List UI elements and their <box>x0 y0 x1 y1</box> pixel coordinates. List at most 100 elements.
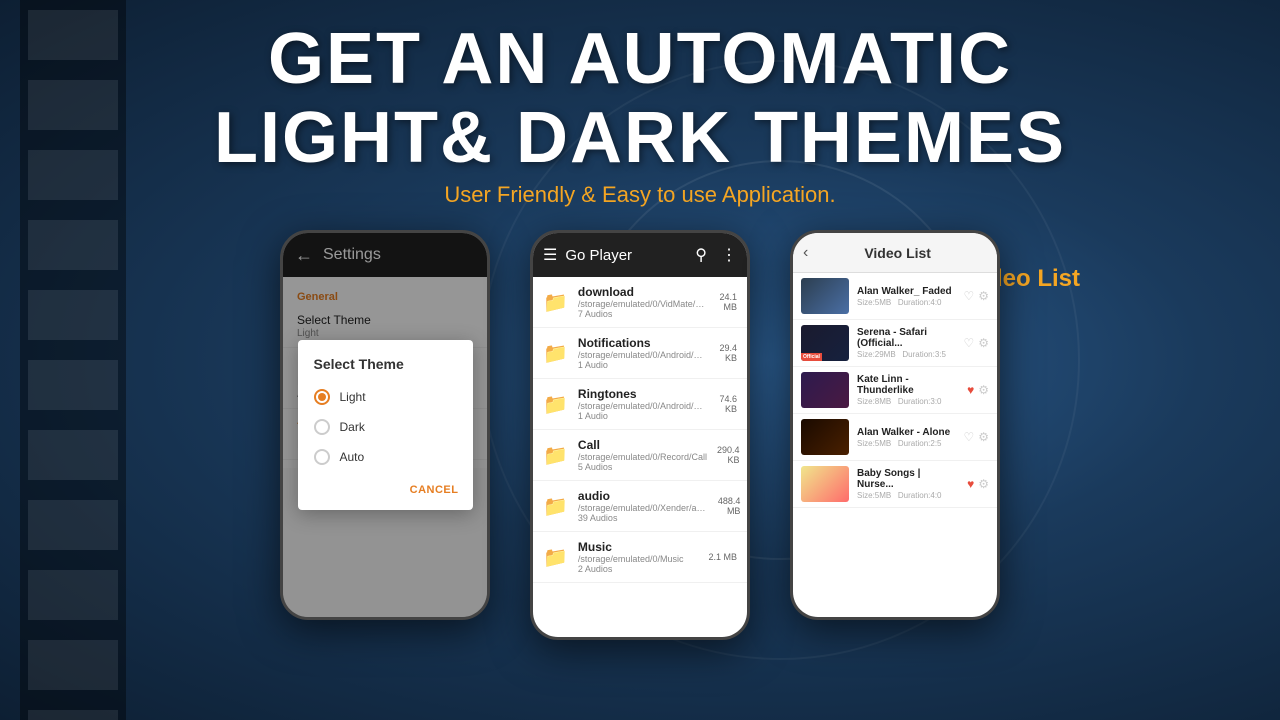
folder-item-call[interactable]: 📁 Call /storage/emulated/0/Record/Call 5… <box>533 430 747 481</box>
folder-item-notifications[interactable]: 📁 Notifications /storage/emulated/0/Andr… <box>533 328 747 379</box>
folder-info: download /storage/emulated/0/VidMate/dow… <box>578 285 708 319</box>
video-meta: Size:5MB Duration:2:5 <box>857 439 955 448</box>
folder-path: /storage/emulated/0/Android/media/com.go… <box>578 401 708 411</box>
settings-screen: ← Settings General Select Theme Light Se… <box>283 233 487 617</box>
video-item-alan1[interactable]: Alan Walker_ Faded Size:5MB Duration:4:0… <box>793 273 997 320</box>
folder-name: Ringtones <box>578 387 708 401</box>
video-meta: Size:5MB Duration:4:0 <box>857 298 955 307</box>
cancel-button[interactable]: CANCEL <box>410 484 459 496</box>
radio-light[interactable] <box>314 389 330 405</box>
folder-path: /storage/emulated/0/Music <box>578 554 699 564</box>
gear-icon[interactable]: ⚙ <box>978 336 989 350</box>
video-actions: ♡ ⚙ <box>963 289 989 303</box>
folder-item-audio[interactable]: 📁 audio /storage/emulated/0/Xender/audio… <box>533 481 747 532</box>
folder-info: Music /storage/emulated/0/Music 2 Audios <box>578 540 699 574</box>
search-icon[interactable]: ⚲ <box>695 245 707 265</box>
radio-dark[interactable] <box>314 419 330 435</box>
option-light-label: Light <box>340 390 366 404</box>
video-thumb-katelinn <box>801 372 849 408</box>
header-section: GET AN AUTOMATIC LIGHT& DARK THEMES User… <box>0 20 1280 208</box>
left-phone-wrapper: ← Settings General Select Theme Light Se… <box>280 230 490 640</box>
heart-icon-liked[interactable]: ♥ <box>967 383 974 397</box>
video-actions: ♥ ⚙ <box>967 383 989 397</box>
video-info: Serena - Safari (Official... Size:29MB D… <box>857 327 955 359</box>
header-subtitle: User Friendly & Easy to use Application. <box>0 182 1280 208</box>
folder-item-download[interactable]: 📁 download /storage/emulated/0/VidMate/d… <box>533 277 747 328</box>
video-list-title: Video List <box>808 245 987 261</box>
folder-icon: 📁 <box>543 341 568 366</box>
video-item-serena[interactable]: Official Serena - Safari (Official... Si… <box>793 320 997 367</box>
video-screen: ‹ Video List Alan Walker_ Faded Size:5MB… <box>793 233 997 617</box>
gear-icon[interactable]: ⚙ <box>978 289 989 303</box>
video-thumb-serena: Official <box>801 325 849 361</box>
right-phone-frame: ‹ Video List Alan Walker_ Faded Size:5MB… <box>790 230 1000 620</box>
video-name: Alan Walker - Alone <box>857 427 955 438</box>
gear-icon[interactable]: ⚙ <box>978 383 989 397</box>
radio-auto[interactable] <box>314 449 330 465</box>
option-auto[interactable]: Auto <box>298 442 473 472</box>
video-info: Alan Walker - Alone Size:5MB Duration:2:… <box>857 427 955 448</box>
folder-icon: 📁 <box>543 443 568 468</box>
header-title: GET AN AUTOMATIC LIGHT& DARK THEMES <box>0 20 1280 178</box>
option-dark[interactable]: Dark <box>298 412 473 442</box>
video-info: Baby Songs | Nurse... Size:5MB Duration:… <box>857 468 959 500</box>
folder-item-ringtones[interactable]: 📁 Ringtones /storage/emulated/0/Android/… <box>533 379 747 430</box>
folder-item-music[interactable]: 📁 Music /storage/emulated/0/Music 2 Audi… <box>533 532 747 583</box>
video-name: Kate Linn - Thunderlike <box>857 374 959 396</box>
folder-meta: 39 Audios <box>578 513 708 523</box>
folder-info: Ringtones /storage/emulated/0/Android/me… <box>578 387 708 421</box>
folder-meta: 1 Audio <box>578 411 708 421</box>
folder-meta: 7 Audios <box>578 309 708 319</box>
folder-size: 74.6 KB <box>718 394 737 414</box>
folder-path: /storage/emulated/0/Record/Call <box>578 452 707 462</box>
heart-icon-liked[interactable]: ♥ <box>967 477 974 491</box>
folder-path: /storage/emulated/0/Xender/audio <box>578 503 708 513</box>
video-name: Baby Songs | Nurse... <box>857 468 959 490</box>
video-meta: Size:5MB Duration:4:0 <box>857 491 959 500</box>
video-name: Alan Walker_ Faded <box>857 286 955 297</box>
heart-icon[interactable]: ♡ <box>963 289 974 303</box>
video-thumb-baby <box>801 466 849 502</box>
dialog-overlay: Select Theme Light Dark <box>283 233 487 617</box>
heart-icon[interactable]: ♡ <box>963 430 974 444</box>
dialog-title: Select Theme <box>298 356 473 382</box>
phones-section: ← Settings General Select Theme Light Se… <box>0 230 1280 640</box>
gear-icon[interactable]: ⚙ <box>978 477 989 491</box>
video-item-alan2[interactable]: Alan Walker - Alone Size:5MB Duration:2:… <box>793 414 997 461</box>
dialog-cancel-section: CANCEL <box>298 472 473 502</box>
folder-size: 29.4 KB <box>718 343 737 363</box>
video-thumb-alan2 <box>801 419 849 455</box>
folder-name: download <box>578 285 708 299</box>
hamburger-icon[interactable]: ☰ <box>543 245 557 265</box>
folder-info: audio /storage/emulated/0/Xender/audio 3… <box>578 489 708 523</box>
left-phone-frame: ← Settings General Select Theme Light Se… <box>280 230 490 620</box>
heart-icon[interactable]: ♡ <box>963 336 974 350</box>
folder-size: 2.1 MB <box>708 552 737 562</box>
radio-light-inner <box>318 393 326 401</box>
folder-name: Call <box>578 438 707 452</box>
folder-meta: 5 Audios <box>578 462 707 472</box>
video-meta: Size:8MB Duration:3:0 <box>857 397 959 406</box>
folder-icon: 📁 <box>543 494 568 519</box>
folder-list: 📁 download /storage/emulated/0/VidMate/d… <box>533 277 747 637</box>
more-icon[interactable]: ⋮ <box>721 245 737 265</box>
folder-meta: 2 Audios <box>578 564 699 574</box>
gear-icon[interactable]: ⚙ <box>978 430 989 444</box>
video-actions: ♡ ⚙ <box>963 336 989 350</box>
folder-topbar: ☰ Go Player ⚲ ⋮ <box>533 233 747 277</box>
video-topbar: ‹ Video List <box>793 233 997 273</box>
option-light[interactable]: Light <box>298 382 473 412</box>
video-item-baby[interactable]: Baby Songs | Nurse... Size:5MB Duration:… <box>793 461 997 508</box>
video-list: Alan Walker_ Faded Size:5MB Duration:4:0… <box>793 273 997 617</box>
video-name: Serena - Safari (Official... <box>857 327 955 349</box>
folder-size: 290.4 KB <box>717 445 740 465</box>
folder-size: 24.1 MB <box>718 292 737 312</box>
video-item-katelinn[interactable]: Kate Linn - Thunderlike Size:8MB Duratio… <box>793 367 997 414</box>
select-theme-dialog: Select Theme Light Dark <box>298 340 473 510</box>
folder-icon: 📁 <box>543 545 568 570</box>
video-meta: Size:29MB Duration:3:5 <box>857 350 955 359</box>
folder-icon: 📁 <box>543 392 568 417</box>
folder-meta: 1 Audio <box>578 360 708 370</box>
video-actions: ♥ ⚙ <box>967 477 989 491</box>
folder-screen: ☰ Go Player ⚲ ⋮ 📁 download /storage/emul… <box>533 233 747 637</box>
